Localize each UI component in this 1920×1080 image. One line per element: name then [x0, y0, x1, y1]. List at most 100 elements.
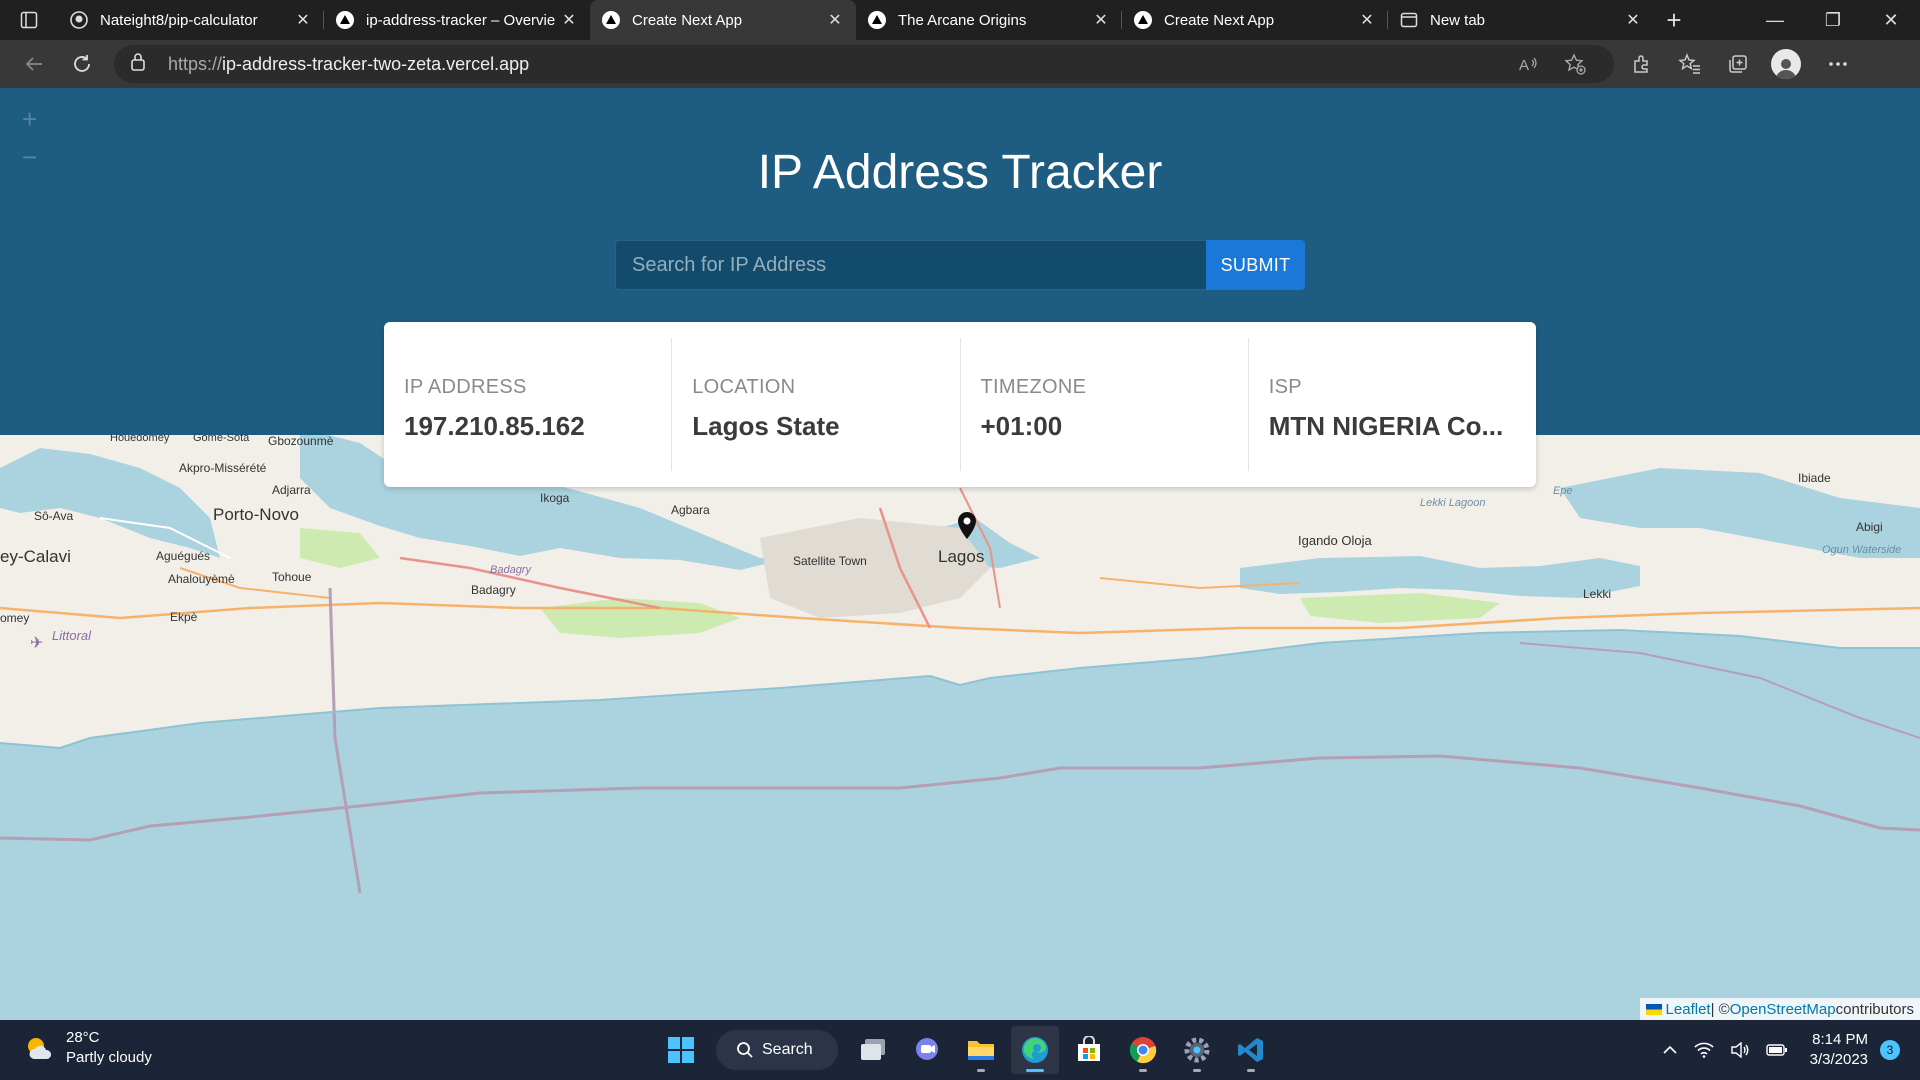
search-form: SUBMIT: [615, 240, 1305, 290]
close-tab-icon[interactable]: ✕: [560, 11, 578, 29]
close-tab-icon[interactable]: ✕: [1092, 11, 1110, 29]
profile-button[interactable]: [1762, 44, 1810, 84]
map-label-porto-novo: Porto-Novo: [213, 505, 299, 524]
browser-tab[interactable]: ip-address-tracker – Overvie ✕: [324, 0, 590, 40]
clock-time: 8:14 PM: [1812, 1031, 1868, 1048]
vscode-button[interactable]: [1227, 1026, 1275, 1074]
address-bar[interactable]: https:// ip-address-tracker-two-zeta.ver…: [114, 45, 1614, 83]
map-label-abigi: Abigi: [1856, 520, 1883, 534]
edge-button[interactable]: [1011, 1026, 1059, 1074]
close-tab-icon[interactable]: ✕: [294, 11, 312, 29]
more-menu-icon[interactable]: [1814, 44, 1862, 84]
close-window-icon[interactable]: ✕: [1862, 0, 1920, 40]
teams-chat-button[interactable]: [903, 1026, 951, 1074]
leaflet-link[interactable]: Leaflet: [1666, 1001, 1711, 1018]
ip-search-input[interactable]: [615, 240, 1206, 290]
browser-tab[interactable]: Create Next App ✕: [1122, 0, 1388, 40]
page-viewport: Lagos Satellite Town Agbara Ikoga Porto-…: [0, 88, 1920, 1020]
url-protocol: https://: [168, 53, 223, 74]
collections-icon[interactable]: [1714, 44, 1762, 84]
file-explorer-button[interactable]: [957, 1026, 1005, 1074]
partly-cloudy-icon: [28, 1038, 52, 1059]
info-timezone: TIMEZONE +01:00: [961, 338, 1249, 471]
show-hidden-icons-chevron-icon[interactable]: [1662, 1045, 1678, 1055]
task-view-icon: [861, 1039, 885, 1060]
map-label-satellite-town: Satellite Town: [793, 554, 867, 568]
browser-tab-active[interactable]: Create Next App ✕: [590, 0, 856, 40]
close-tab-icon[interactable]: ✕: [1358, 11, 1376, 29]
map-label-ekpe: Ekpè: [170, 610, 198, 624]
window-controls: — ❐ ✕: [1746, 0, 1920, 40]
info-location: LOCATION Lagos State: [672, 338, 961, 471]
submit-button[interactable]: SUBMIT: [1206, 240, 1305, 290]
info-label: TIMEZONE: [980, 376, 1087, 398]
chat-icon: [916, 1038, 938, 1060]
add-favorite-icon[interactable]: [1552, 53, 1598, 75]
map-label-aholouyeme: Ahalouyèmè: [168, 572, 235, 586]
browser-right-tools: [1618, 44, 1862, 84]
taskbar-search-label: Search: [762, 1041, 813, 1058]
browser-tab[interactable]: The Arcane Origins ✕: [856, 0, 1122, 40]
info-ip-address: IP ADDRESS 197.210.85.162: [384, 338, 673, 471]
start-button[interactable]: [657, 1026, 705, 1074]
tab-actions-button[interactable]: [0, 0, 58, 40]
system-clock[interactable]: 8:14 PM 3/3/2023: [1810, 1030, 1868, 1070]
tab-actions-icon: [20, 11, 38, 29]
openstreetmap-link[interactable]: OpenStreetMap: [1730, 1001, 1836, 1018]
windows-logo-icon: [668, 1037, 694, 1063]
refresh-icon[interactable]: [58, 44, 106, 84]
map-label-lagos: Lagos: [938, 547, 984, 566]
search-icon: [737, 1042, 753, 1058]
weather-desc: Partly cloudy: [66, 1049, 152, 1066]
extensions-icon[interactable]: [1618, 44, 1666, 84]
battery-icon[interactable]: [1765, 1043, 1788, 1057]
map-label-adjarra: Adjarra: [272, 483, 311, 497]
notification-badge[interactable]: 3: [1880, 1040, 1900, 1060]
folder-icon: [968, 1041, 994, 1060]
tab-title: Create Next App: [632, 11, 743, 29]
map-label-ibiade: Ibiade: [1798, 471, 1831, 485]
close-tab-icon[interactable]: ✕: [1624, 11, 1642, 29]
taskbar-search[interactable]: Search: [716, 1030, 838, 1070]
map-label-agbara: Agbara: [671, 503, 710, 517]
chrome-icon: [1129, 1037, 1157, 1064]
settings-button[interactable]: [1173, 1026, 1221, 1074]
clock-date: 3/3/2023: [1809, 1051, 1868, 1068]
info-value: MTN NIGERIA Co...: [1268, 411, 1504, 441]
map-label-tohoue: Tohoue: [272, 570, 312, 584]
favorites-icon[interactable]: [1666, 44, 1714, 84]
map-label-akpro-misserete: Akpro-Missérété: [179, 461, 267, 475]
zoom-in-button[interactable]: +: [22, 100, 37, 138]
minimize-icon[interactable]: —: [1746, 0, 1804, 40]
url-host: ip-address-tracker-two-zeta.vercel.app: [222, 53, 530, 74]
lock-icon[interactable]: [130, 52, 154, 77]
microsoft-store-button[interactable]: [1065, 1026, 1113, 1074]
browser-tab[interactable]: Nateight8/pip-calculator ✕: [58, 0, 324, 40]
weather-widget[interactable]: 28°C Partly cloudy: [24, 1028, 152, 1068]
location-marker-icon[interactable]: [956, 511, 978, 541]
ukraine-flag-icon: [1645, 1003, 1662, 1015]
newtab-icon: [1400, 11, 1418, 29]
close-tab-icon[interactable]: ✕: [826, 11, 844, 29]
avatar: [1771, 49, 1801, 79]
map-label-ey-calavi: ey-Calavi: [0, 547, 71, 566]
task-view-button[interactable]: [849, 1026, 897, 1074]
browser-tab[interactable]: New tab ✕: [1388, 0, 1654, 40]
vercel-icon: [602, 11, 620, 29]
wifi-icon[interactable]: [1694, 1042, 1714, 1058]
new-tab-button[interactable]: +: [1654, 0, 1694, 40]
read-aloud-icon[interactable]: A: [1506, 54, 1552, 74]
browser-tab-strip: Nateight8/pip-calculator ✕ ip-address-tr…: [0, 0, 1920, 40]
map-label-igando-oloja: Igando Oloja: [1298, 533, 1372, 548]
chrome-button[interactable]: [1119, 1026, 1167, 1074]
restore-icon[interactable]: ❐: [1804, 0, 1862, 40]
map-attribution: Leaflet | © OpenStreetMap contributors: [1639, 998, 1920, 1020]
volume-icon[interactable]: [1730, 1042, 1750, 1058]
store-icon: [1078, 1036, 1100, 1061]
vercel-icon: [868, 11, 886, 29]
tab-title: New tab: [1430, 11, 1486, 29]
edge-icon: [1022, 1037, 1048, 1063]
back-arrow-icon[interactable]: [10, 44, 58, 84]
github-icon: [70, 11, 88, 29]
attribution-separator: | ©: [1710, 1000, 1730, 1018]
